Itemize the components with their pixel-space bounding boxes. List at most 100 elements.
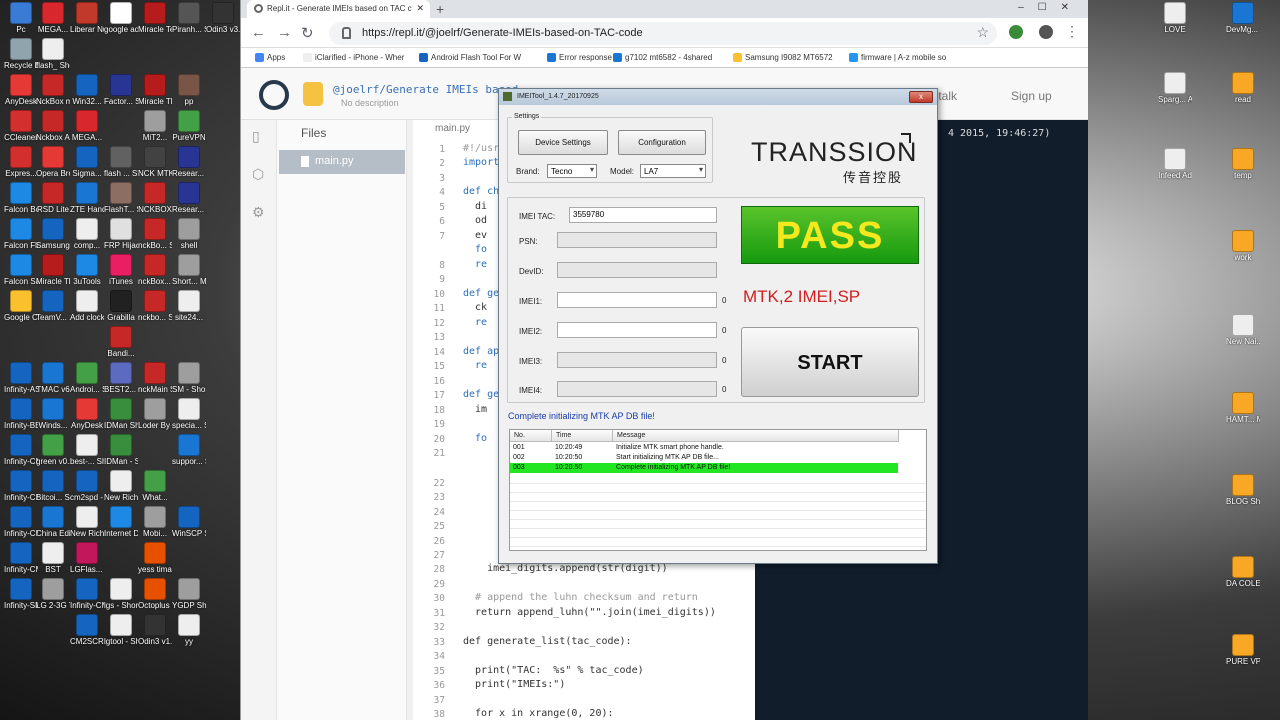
desktop-shortcut[interactable]: FRP Hijack... <box>104 218 138 259</box>
desktop-shortcut[interactable]: PureVPN <box>172 110 206 151</box>
desktop-shortcut[interactable]: Miracle Thund... <box>36 254 70 295</box>
desktop-shortcut[interactable]: Internet Down... <box>104 506 138 547</box>
desktop-shortcut[interactable]: TeamV... 12 <box>36 290 70 331</box>
desktop-shortcut[interactable]: Miracle Team... <box>138 2 172 43</box>
desktop-shortcut[interactable]: Infinity-CM2MTK <box>4 470 38 511</box>
desktop-shortcut[interactable]: New Nai... <box>1226 314 1260 355</box>
desktop-shortcut[interactable]: temp <box>1226 148 1260 189</box>
desktop-shortcut[interactable]: yy <box>172 614 206 655</box>
log-row[interactable]: 003 10:20:50 Complete initializing MTK AP … <box>510 463 898 473</box>
packages-icon[interactable]: ⬡ <box>252 166 264 183</box>
bookmark-item[interactable]: Error response <box>547 53 612 62</box>
code-line[interactable]: re <box>463 317 487 328</box>
desktop-shortcut[interactable]: MiT2... <box>138 110 172 151</box>
sign-up-link[interactable]: Sign up <box>1011 89 1052 103</box>
forward-icon[interactable]: → <box>277 24 292 41</box>
desktop-shortcut[interactable]: LOVE <box>1158 2 1192 43</box>
code-line[interactable]: import <box>463 157 499 168</box>
code-line[interactable]: fo <box>463 244 487 255</box>
desktop-shortcut[interactable]: Nckbox Adobe <box>36 110 70 151</box>
desktop-shortcut[interactable]: Bitcoi... Short... <box>36 470 70 511</box>
desktop-shortcut[interactable]: BLOG Shortcut <box>1226 474 1260 515</box>
code-line[interactable]: for x in xrange(0, 20): <box>463 708 613 719</box>
desktop-shortcut[interactable]: Odin3 v3.10... <box>206 2 240 43</box>
desktop-shortcut[interactable]: MEGA... <box>36 2 70 43</box>
desktop-shortcut[interactable]: Infinity-CM2SCR <box>4 542 38 583</box>
desktop-shortcut[interactable]: Infinity-CM2MT2 <box>4 434 38 475</box>
code-line[interactable]: re <box>463 259 487 270</box>
desktop-shortcut[interactable]: Mobi... <box>138 506 172 547</box>
bookmark-item[interactable]: Apps <box>255 53 285 62</box>
device-settings-button[interactable]: Device Settings <box>518 130 608 155</box>
desktop-shortcut[interactable]: nckBo... Short... <box>138 218 172 259</box>
extension-icon[interactable] <box>1009 25 1023 39</box>
desktop-shortcut[interactable]: flash_ Short... <box>36 38 70 79</box>
desktop-shortcut[interactable]: Piranh... Short... <box>172 2 206 43</box>
bookmark-item[interactable]: g7102 mt6582 - 4shared <box>613 53 712 62</box>
desktop-shortcut[interactable]: Liberar Nuevo... <box>70 2 104 43</box>
log-header-no[interactable]: No. <box>510 430 552 442</box>
desktop-shortcut[interactable]: cm2spd - Shortcut <box>70 470 104 511</box>
desktop-shortcut[interactable]: RSD Lite <box>36 182 70 223</box>
desktop-shortcut[interactable]: AnyDesk <box>70 398 104 439</box>
desktop-shortcut[interactable]: IDMan Short... <box>104 398 138 439</box>
log-header-time[interactable]: Time <box>552 430 613 442</box>
code-line[interactable]: re <box>463 360 487 371</box>
close-button[interactable]: x <box>909 91 933 103</box>
bookmark-star-icon[interactable]: ☆ <box>976 24 989 41</box>
desktop-shortcut[interactable]: read <box>1226 72 1260 113</box>
desktop-shortcut[interactable]: Grabilla <box>104 290 138 331</box>
desktop-shortcut[interactable]: LG 2-3G Tool <box>36 578 70 619</box>
desktop-shortcut[interactable]: SM - Short... <box>172 362 206 403</box>
close-tab-icon[interactable]: ✕ <box>416 3 424 14</box>
desktop-shortcut[interactable]: Winds... <box>36 398 70 439</box>
desktop-shortcut[interactable]: CCleaner <box>4 110 38 151</box>
configuration-button[interactable]: Configuration <box>618 130 706 155</box>
code-line[interactable]: ck <box>463 302 487 313</box>
log-header-message[interactable]: Message <box>613 430 899 442</box>
desktop-shortcut[interactable]: site24... <box>172 290 206 331</box>
desktop-shortcut[interactable]: Samsung Tool PRO <box>36 218 70 259</box>
desktop-shortcut[interactable]: 3uTools <box>70 254 104 295</box>
desktop-shortcut[interactable]: work <box>1226 230 1260 271</box>
profile-avatar[interactable] <box>1039 25 1053 39</box>
code-line[interactable]: def ap <box>463 346 499 357</box>
desktop-shortcut[interactable]: Infinity-SM <box>4 578 38 619</box>
desktop-shortcut[interactable]: TMAC v6 <box>36 362 70 403</box>
desktop-shortcut[interactable]: BEST2... Shortcut <box>104 362 138 403</box>
desktop-shortcut[interactable]: iTunes <box>104 254 138 295</box>
code-line[interactable]: od <box>463 215 487 226</box>
desktop-shortcut[interactable]: Falcon Sam... <box>4 254 38 295</box>
code-line[interactable]: return append_luhn("".join(imei_digits)) <box>463 607 716 618</box>
start-button[interactable]: START <box>741 327 919 397</box>
desktop-shortcut[interactable]: DevMg... Shortcut <box>1226 2 1260 43</box>
desktop-shortcut[interactable]: NCK MTK Full N... <box>138 146 172 187</box>
desktop-shortcut[interactable]: pp <box>172 74 206 115</box>
desktop-shortcut[interactable]: green v0.2.3... <box>36 434 70 475</box>
desktop-shortcut[interactable]: Infinity-CM2RDA <box>4 506 38 547</box>
desktop-shortcut[interactable]: Expres... <box>4 146 38 187</box>
tab-repl[interactable]: Repl.it - Generate IMEIs based on TAC c … <box>247 0 430 18</box>
imei-tac-input[interactable]: 3559780 <box>569 207 717 223</box>
desktop-shortcut[interactable]: Factor... Short... <box>104 74 138 115</box>
desktop-shortcut[interactable]: nckBox... Short... <box>138 254 172 295</box>
brand-select[interactable]: Tecno <box>547 164 597 178</box>
desktop-shortcut[interactable]: PURE VPN <box>1226 634 1260 675</box>
files-icon[interactable]: ▯ <box>252 128 260 145</box>
repl-logo-icon[interactable] <box>259 80 289 110</box>
desktop-shortcut[interactable]: Resear... Short... <box>172 146 206 187</box>
imei1-input[interactable] <box>557 292 717 308</box>
menu-icon[interactable]: ⋮ <box>1065 23 1079 40</box>
desktop-shortcut[interactable]: ZTE Handa... <box>70 182 104 223</box>
desktop-shortcut[interactable]: New Rich Te... <box>70 506 104 547</box>
desktop-shortcut[interactable]: specia... Short... <box>172 398 206 439</box>
desktop-shortcut[interactable]: What... <box>138 470 172 511</box>
desktop-shortcut[interactable]: HAMT... MOBILE <box>1226 392 1260 433</box>
imei2-input[interactable] <box>557 322 717 338</box>
desktop-shortcut[interactable]: Infeed Ad <box>1158 148 1192 189</box>
desktop-shortcut[interactable]: nckbo... Short... <box>138 290 172 331</box>
desktop-shortcut[interactable]: lgs - Shortcut <box>104 578 138 619</box>
code-line[interactable]: # append the luhn checksum and return <box>463 592 698 603</box>
desktop-shortcut[interactable]: Pc <box>4 2 38 43</box>
desktop-shortcut[interactable]: LGFlas... Short... <box>70 542 104 583</box>
